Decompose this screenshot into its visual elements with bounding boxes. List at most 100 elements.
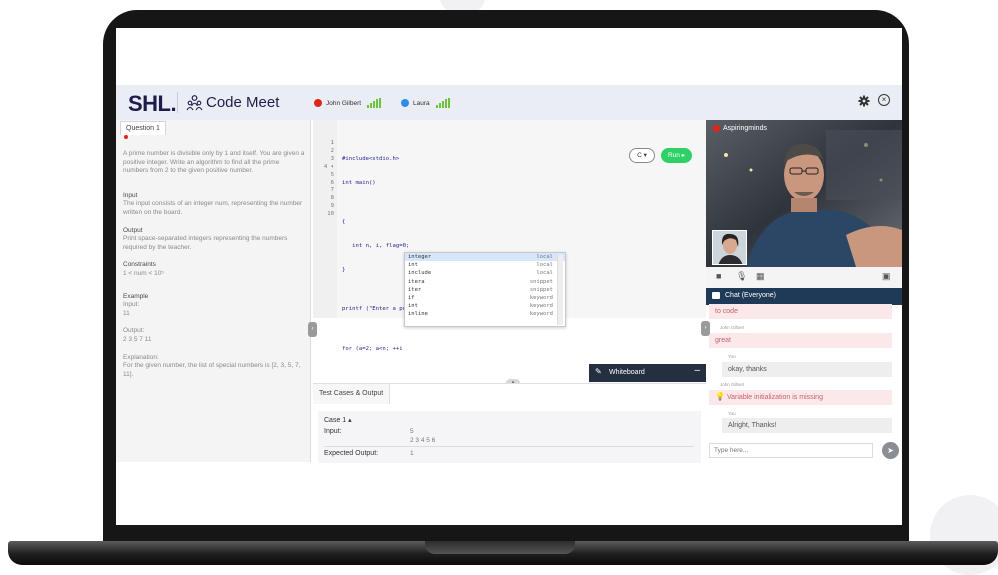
tab-test-cases-output[interactable]: Test Cases & Output <box>313 384 391 404</box>
line-number: 4 ▾ <box>323 163 334 170</box>
case-input-value: 5 <box>410 428 414 435</box>
chat-header: Chat (Everyone) <box>706 288 902 305</box>
explanation-text: For the given number, the list of specia… <box>123 362 301 378</box>
lightbulb-icon: 💡 <box>715 392 725 401</box>
chat-message: okay, thanks <box>722 362 892 377</box>
line-numbers: 1 2 3 4 ▾ 5 6 7 8 9 10 <box>316 140 334 219</box>
participant-status-dot <box>314 99 322 107</box>
autocomplete-item[interactable]: iter snippet <box>405 286 565 294</box>
explanation-label: Explanation: <box>123 353 159 361</box>
collapse-right-panel-button[interactable]: › <box>701 321 710 336</box>
chat-message: Alright, Thanks! <box>722 418 892 433</box>
divider <box>324 446 694 447</box>
tab-question-1[interactable]: Question 1 <box>120 121 166 139</box>
whiteboard-bar[interactable]: ✎ Whiteboard – <box>589 364 706 382</box>
expected-output-label: Expected Output: <box>324 450 379 457</box>
autocomplete-dropdown[interactable]: integer local int local include local itera… <box>404 252 566 327</box>
autocomplete-kind: local <box>536 270 553 277</box>
right-sidebar: Aspiringminds ■ 🎙 ▦ ▣ Chat (Everyone) to… <box>706 120 902 462</box>
whiteboard-label: Whiteboard <box>609 369 645 376</box>
autocomplete-item[interactable]: itera snippet <box>405 278 565 286</box>
camera-icon[interactable]: ■ <box>716 271 721 281</box>
code-line: { <box>342 219 346 226</box>
self-view-image <box>713 231 746 264</box>
autocomplete-item[interactable]: int local <box>405 261 565 269</box>
collapse-left-panel-button[interactable]: ‹ <box>308 322 317 337</box>
laptop-screen: SHL. Code Meet John Gilbert Laura × Ques… <box>116 28 902 525</box>
case-box: Case 1 ▴ Input: 5 2 3 4 5 6 Expected Out… <box>318 411 701 463</box>
example-input-label: Input: <box>123 301 140 309</box>
unread-dot <box>124 135 128 139</box>
chat-sender: You <box>728 354 736 359</box>
video-feed: Aspiringminds <box>706 120 902 267</box>
chat-message: to code <box>709 304 892 319</box>
chat-sender: John Gilbert <box>720 382 745 387</box>
autocomplete-label: iter <box>408 286 422 293</box>
autocomplete-label: int <box>408 262 418 269</box>
line-number: 9 <box>330 203 334 210</box>
chat-input[interactable] <box>709 443 873 458</box>
send-icon[interactable]: ➤ <box>882 442 899 459</box>
close-icon[interactable]: × <box>878 94 890 106</box>
line-number: 3 <box>330 155 334 162</box>
autocomplete-label: include <box>408 270 432 277</box>
line-number: 6 <box>330 179 334 186</box>
chat-bubble-icon <box>712 292 720 299</box>
microphone-icon[interactable]: 🎙 <box>736 271 747 282</box>
participant-john: John Gilbert <box>314 98 382 108</box>
video-participant-name: Aspiringminds <box>723 125 767 132</box>
code-meet-app: SHL. Code Meet John Gilbert Laura × Ques… <box>116 85 902 463</box>
gear-icon[interactable] <box>858 95 870 107</box>
self-view-video[interactable] <box>712 230 747 265</box>
case-toggle[interactable]: Case 1 ▴ <box>324 416 352 424</box>
minimize-whiteboard-button[interactable]: – <box>694 365 700 376</box>
run-button[interactable]: Run ▸ <box>661 148 692 163</box>
autocomplete-item[interactable]: inline keyword <box>405 310 565 318</box>
chat-title: Chat (Everyone) <box>725 292 776 299</box>
autocomplete-scrollbar[interactable] <box>557 255 563 325</box>
example-output-label: Output: <box>123 327 145 335</box>
logo-divider <box>177 92 178 113</box>
language-select[interactable]: C ▾ <box>629 148 655 163</box>
participant-name: Laura <box>413 99 430 107</box>
input-heading: Input <box>123 191 138 199</box>
case-input-label: Input: <box>324 428 342 435</box>
participant-status-dot <box>401 99 409 107</box>
question-tab-label: Question 1 <box>126 125 160 132</box>
signal-strength-icon <box>367 98 382 108</box>
autocomplete-kind: local <box>536 254 553 260</box>
line-number: 7 <box>330 187 334 194</box>
code-line: for (a=2; a<n; ++i <box>342 345 403 352</box>
example-heading: Example <box>123 292 149 300</box>
constraints-heading: Constraints <box>123 261 156 269</box>
signal-strength-icon <box>435 98 450 108</box>
code-line: int main() <box>342 179 376 186</box>
autocomplete-label: int <box>408 303 418 310</box>
output-heading: Output <box>123 226 143 234</box>
question-intro: A prime number is divisible only by 1 an… <box>123 150 305 175</box>
output-description: Print space-separated integers represent… <box>123 235 288 251</box>
autocomplete-item[interactable]: if keyword <box>405 294 565 302</box>
shl-logo: SHL. <box>128 91 177 116</box>
pen-icon: ✎ <box>595 367 602 376</box>
people-group-icon <box>186 95 203 111</box>
autocomplete-label: itera <box>408 278 425 285</box>
autocomplete-kind: keyword <box>529 294 553 301</box>
autocomplete-item[interactable]: int keyword <box>405 302 565 310</box>
example-output-value: 2 3 5 7 11 <box>123 335 152 343</box>
expected-output-value: 1 <box>410 450 414 457</box>
line-number: 5 <box>330 171 334 178</box>
grid-icon[interactable]: ▦ <box>756 271 765 282</box>
constraints-text: 1 < num < 10⁵ <box>123 269 164 277</box>
line-number: 2 <box>330 147 334 154</box>
participants-view-icon[interactable]: ▣ <box>882 271 891 282</box>
autocomplete-label: if <box>408 294 415 301</box>
test-cases-panel: Test Cases & Output Case 1 ▴ Input: 5 2 … <box>313 383 706 463</box>
case-input-value: 2 3 4 5 6 <box>410 437 436 444</box>
autocomplete-item[interactable]: include local <box>405 269 565 277</box>
line-number: 10 <box>327 211 334 218</box>
autocomplete-item[interactable]: integer local <box>405 253 565 262</box>
chat-sender: John Gilbert <box>720 325 745 330</box>
recording-dot <box>713 125 720 132</box>
line-number: 8 <box>330 195 334 202</box>
